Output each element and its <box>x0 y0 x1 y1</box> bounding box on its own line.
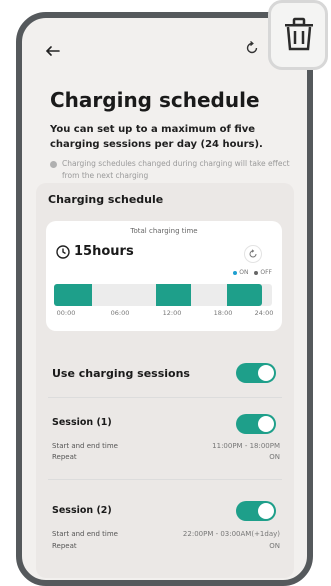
session-1-time-value: 11:00PM - 18:00PM <box>212 442 280 450</box>
session-2-repeat-label: Repeat <box>52 542 77 550</box>
clock-icon <box>56 245 70 259</box>
top-bar <box>22 18 307 78</box>
charging-time-panel: Total charging time 15hours ON OFF 00:00… <box>46 221 282 331</box>
total-hours-value: 15hours <box>74 244 134 259</box>
session-1-repeat-label: Repeat <box>52 453 77 461</box>
session-1-toggle[interactable] <box>236 414 276 434</box>
tick-label: 00:00 <box>56 309 76 317</box>
bar-segment-night <box>54 284 92 306</box>
schedule-note: Charging schedules changed during chargi… <box>62 159 290 180</box>
tick-label: 12:00 <box>162 309 182 317</box>
page-title: Charging schedule <box>50 88 260 112</box>
refresh-icon <box>249 249 257 258</box>
divider <box>48 397 282 398</box>
bar-segment-midday <box>156 284 191 306</box>
info-dot-icon <box>50 161 57 168</box>
use-sessions-toggle[interactable] <box>236 363 276 383</box>
legend-off-dot <box>254 270 259 275</box>
card-title: Charging schedule <box>48 193 164 206</box>
back-arrow-icon[interactable] <box>46 46 60 56</box>
session-1-time-label: Start and end time <box>52 442 118 450</box>
toggle-knob <box>258 365 274 381</box>
divider <box>48 479 282 480</box>
time-ticks: 00:00 06:00 12:00 18:00 24:00 <box>50 309 276 319</box>
refresh-icon[interactable] <box>244 40 260 56</box>
total-time-label: Total charging time <box>130 227 198 235</box>
session-1-title: Session (1) <box>52 417 112 428</box>
page-subtitle: You can set up to a maximum of five char… <box>50 124 263 150</box>
use-sessions-label: Use charging sessions <box>52 367 190 380</box>
tick-label: 18:00 <box>213 309 233 317</box>
legend-on-dot <box>233 270 238 275</box>
session-2-title: Session (2) <box>52 505 112 516</box>
toggle-knob <box>258 503 274 519</box>
schedule-card: Charging schedule Total charging time 15… <box>36 183 294 578</box>
session-1-repeat-value: ON <box>269 453 280 461</box>
session-2-repeat-value: ON <box>269 542 280 550</box>
trash-icon <box>285 17 313 51</box>
session-2-time-label: Start and end time <box>52 530 118 538</box>
legend: ON OFF <box>229 269 272 276</box>
legend-on-label: ON <box>239 269 249 276</box>
session-2-time-value: 22:00PM - 03:00AM(+1day) <box>182 530 280 538</box>
bar-segment-evening <box>227 284 262 306</box>
schedule-bar <box>54 284 272 306</box>
refresh-chart-button[interactable] <box>244 245 262 263</box>
delete-button[interactable] <box>268 0 328 70</box>
session-2-toggle[interactable] <box>236 501 276 521</box>
legend-off-label: OFF <box>260 269 272 276</box>
toggle-knob <box>258 416 274 432</box>
tick-label: 24:00 <box>254 309 274 317</box>
tick-label: 06:00 <box>110 309 130 317</box>
